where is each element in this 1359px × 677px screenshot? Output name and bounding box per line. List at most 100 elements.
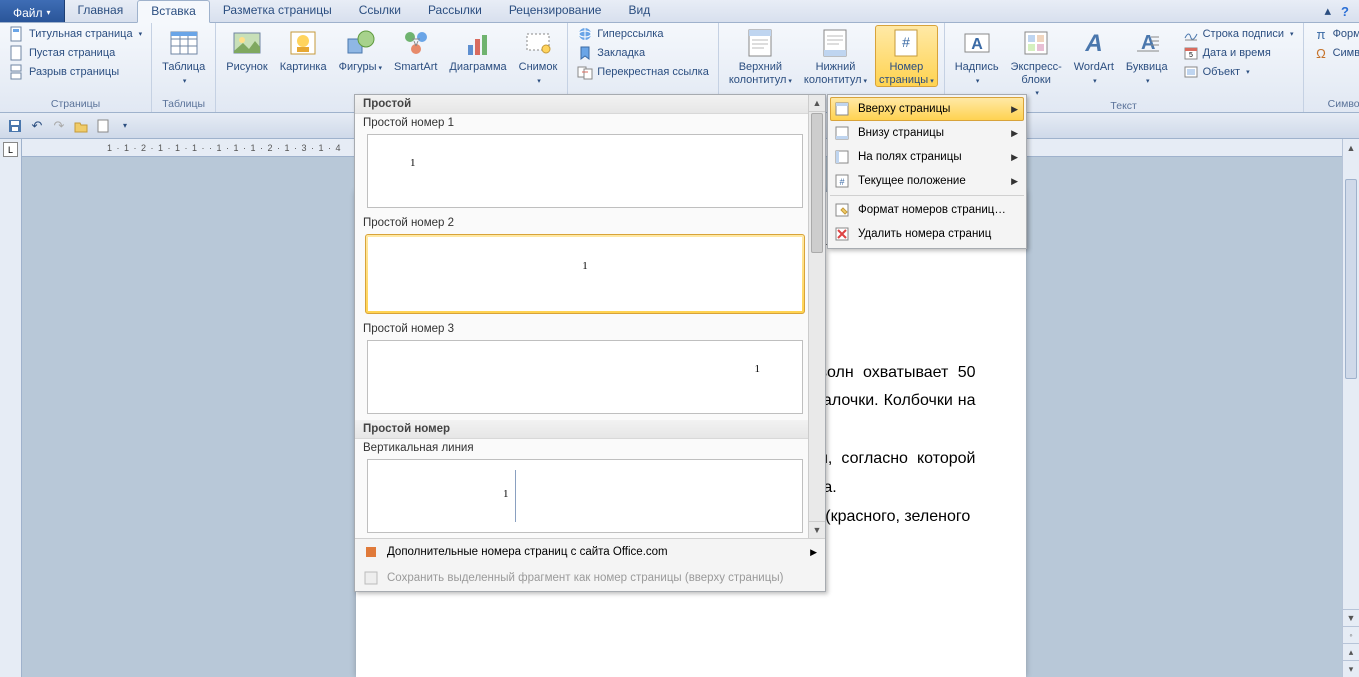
cover-page-button[interactable]: Титульная страница▾	[6, 25, 145, 43]
dropcap-icon: A	[1131, 27, 1163, 59]
pn-top-of-page[interactable]: Вверху страницы▶	[830, 97, 1024, 121]
equation-icon: π	[1313, 26, 1329, 42]
undo-icon[interactable]: ↶	[28, 117, 46, 135]
object-button[interactable]: Объект▾	[1180, 63, 1297, 81]
page-break-icon	[9, 64, 25, 80]
tab-home[interactable]: Главная	[65, 0, 138, 22]
pn-current-position[interactable]: #Текущее положение▶	[830, 169, 1024, 193]
pn-remove[interactable]: Удалить номера страниц	[830, 222, 1024, 246]
table-icon	[168, 27, 200, 59]
qat-customize-icon[interactable]: ▾	[116, 117, 134, 135]
hyperlink-icon	[577, 26, 593, 42]
footer-button[interactable]: Нижний колонтитул▾	[800, 25, 871, 86]
tab-stop-selector[interactable]: L	[3, 142, 18, 157]
smartart-button[interactable]: SmartArt	[390, 25, 441, 74]
vertical-scrollbar[interactable]: ▲ ▼ ◦ ▴ ▾	[1342, 139, 1359, 677]
smartart-icon	[400, 27, 432, 59]
pn-current-icon: #	[834, 173, 850, 189]
signature-line-button[interactable]: Строка подписи▾	[1180, 25, 1297, 43]
date-icon: 5	[1183, 45, 1199, 61]
chart-button[interactable]: Диаграмма	[445, 25, 510, 74]
tab-insert[interactable]: Вставка	[137, 0, 210, 23]
browse-object-icon[interactable]: ◦	[1343, 626, 1359, 643]
pn-top-icon	[834, 101, 850, 117]
header-icon	[744, 27, 776, 59]
object-icon	[1183, 64, 1199, 80]
save-icon[interactable]	[6, 117, 24, 135]
tab-mail[interactable]: Рассылки	[415, 0, 496, 22]
bookmark-button[interactable]: Закладка	[574, 44, 712, 62]
tab-layout[interactable]: Разметка страницы	[210, 0, 346, 22]
pn-bottom-of-page[interactable]: Внизу страницы▶	[830, 121, 1024, 145]
picture-icon	[231, 27, 263, 59]
page-number-gallery: Простой Простой номер 1 1 Простой номер …	[354, 94, 826, 592]
shapes-button[interactable]: Фигуры▾	[335, 25, 386, 74]
pn-format-icon	[834, 202, 850, 218]
pn-remove-icon	[834, 226, 850, 242]
pn-bottom-icon	[834, 125, 850, 141]
dropcap-button[interactable]: AБуквица▾	[1122, 25, 1172, 86]
quickparts-button[interactable]: Экспресс-блоки▾	[1007, 25, 1066, 99]
textbox-button[interactable]: AНадпись▾	[951, 25, 1003, 86]
scroll-up-icon[interactable]: ▲	[1343, 139, 1359, 156]
textbox-icon: A	[961, 27, 993, 59]
cover-page-icon	[9, 26, 25, 42]
gallery-scroll-up-icon[interactable]: ▲	[809, 95, 825, 112]
group-pages: Титульная страница▾ Пустая страница Разр…	[0, 23, 152, 112]
wordart-button[interactable]: AWordArt▾	[1070, 25, 1118, 86]
tab-view[interactable]: Вид	[615, 0, 664, 22]
blank-page-button[interactable]: Пустая страница	[6, 44, 145, 62]
scroll-down-icon[interactable]: ▼	[1343, 609, 1359, 626]
chart-icon	[462, 27, 494, 59]
gallery-category-simple-number: Простой номер	[355, 420, 825, 439]
tab-file[interactable]: Файл▾	[0, 0, 65, 22]
hyperlink-button[interactable]: Гиперссылка	[574, 25, 712, 43]
gallery-item-2[interactable]: 1	[365, 234, 805, 314]
equation-button[interactable]: πФормула▾	[1310, 25, 1359, 43]
page-number-button[interactable]: #Номер страницы▾	[875, 25, 938, 87]
tab-review[interactable]: Рецензирование	[496, 0, 616, 22]
next-page-icon[interactable]: ▾	[1343, 660, 1359, 677]
office-icon	[363, 544, 379, 560]
symbol-button[interactable]: ΩСимвол▾	[1310, 44, 1359, 62]
page-break-button[interactable]: Разрыв страницы	[6, 63, 145, 81]
open-icon[interactable]	[72, 117, 90, 135]
svg-text:#: #	[839, 177, 844, 187]
svg-text:π: π	[1316, 27, 1325, 42]
pn-format[interactable]: Формат номеров страниц…	[830, 198, 1024, 222]
date-time-button[interactable]: 5Дата и время	[1180, 44, 1297, 62]
svg-text:A: A	[1084, 30, 1102, 57]
gallery-scroll-thumb[interactable]	[811, 113, 823, 253]
help-icon[interactable]: ?	[1341, 4, 1349, 19]
pn-page-margins[interactable]: На полях страницы▶	[830, 145, 1024, 169]
gallery-item-4[interactable]: 1	[367, 459, 803, 533]
gallery-scroll-down-icon[interactable]: ▼	[809, 521, 825, 538]
symbol-icon: Ω	[1313, 45, 1329, 61]
gallery-save-selection: Сохранить выделенный фрагмент как номер …	[355, 565, 825, 591]
wordart-icon: A	[1078, 27, 1110, 59]
ribbon-minimize-icon[interactable]: ▴	[1325, 3, 1332, 19]
footer-icon	[819, 27, 851, 59]
menu-tabs: Файл▾ Главная Вставка Разметка страницы …	[0, 0, 1359, 23]
gallery-item-1[interactable]: 1	[367, 134, 803, 208]
gallery-item-3[interactable]: 1	[367, 340, 803, 414]
picture-button[interactable]: Рисунок	[222, 25, 272, 74]
gallery-category-simple: Простой	[355, 95, 825, 114]
screenshot-button[interactable]: Снимок▾	[515, 25, 562, 86]
bookmark-icon	[577, 45, 593, 61]
table-button[interactable]: Таблица▾	[158, 25, 209, 86]
redo-icon[interactable]: ↷	[50, 117, 68, 135]
header-button[interactable]: Верхний колонтитул▾	[725, 25, 796, 86]
svg-text:Ω: Ω	[1316, 46, 1326, 61]
scroll-thumb[interactable]	[1345, 179, 1357, 379]
screenshot-icon	[522, 27, 554, 59]
clipart-button[interactable]: Картинка	[276, 25, 331, 74]
new-icon[interactable]	[94, 117, 112, 135]
gallery-more-office[interactable]: Дополнительные номера страниц с сайта Of…	[355, 539, 825, 565]
crossref-button[interactable]: Перекрестная ссылка	[574, 63, 712, 81]
ruler-vertical: L	[0, 139, 22, 677]
prev-page-icon[interactable]: ▴	[1343, 643, 1359, 660]
tab-refs[interactable]: Ссылки	[346, 0, 415, 22]
gallery-scrollbar[interactable]: ▲ ▼	[808, 95, 825, 538]
signature-icon	[1183, 26, 1199, 42]
